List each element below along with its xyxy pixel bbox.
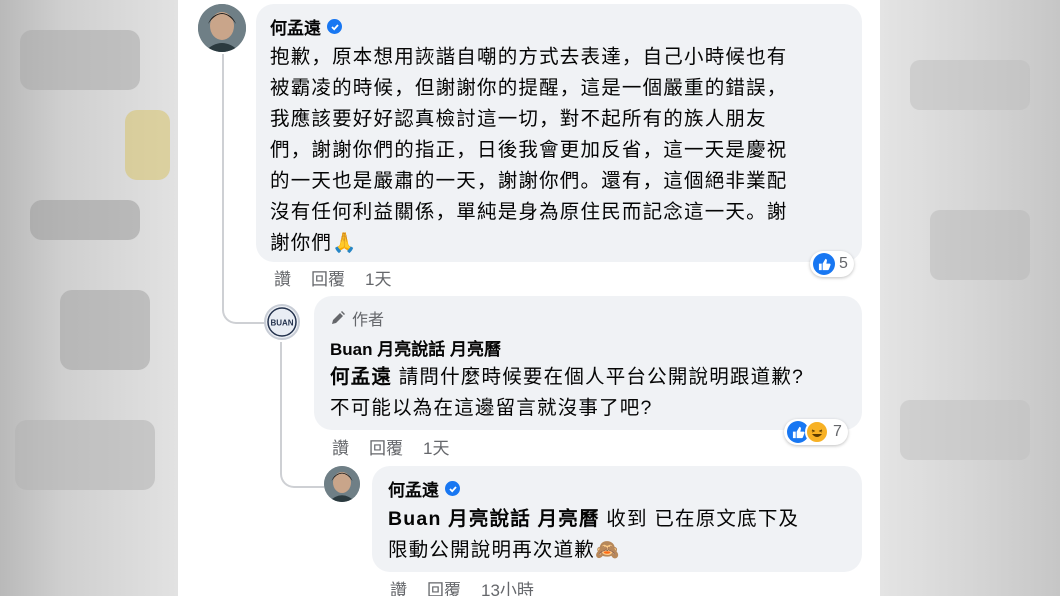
comment-line-text: 請問什麼時候要在個人平台公開說明跟道歉?	[392, 366, 805, 388]
blurred-background-right	[880, 0, 1060, 596]
comment-thread: 何孟遠 抱歉，原本想用詼諧自嘲的方式去表達，自己小時候也有 被霸凌的時候，但謝謝…	[178, 0, 880, 596]
comment-line: 限動公開說明再次道歉🙈	[388, 535, 846, 566]
comment-timestamp[interactable]: 1天	[423, 434, 449, 459]
comment-text: 抱歉，原本想用詼諧自嘲的方式去表達，自己小時候也有 被霸凌的時候，但謝謝你的提醒…	[270, 42, 848, 259]
comment-author: 何孟遠	[270, 14, 848, 39]
blurred-background-left	[0, 0, 178, 596]
person-photo-icon	[198, 4, 246, 52]
like-reaction-icon	[813, 253, 835, 275]
reaction-summary[interactable]: 5	[810, 251, 854, 277]
verified-badge-icon	[327, 19, 342, 34]
comment-line-text: 限動公開說明再次道歉	[388, 539, 596, 561]
thread-connector	[280, 436, 324, 488]
person-photo-icon	[324, 466, 360, 502]
author-tag: 作者	[330, 306, 846, 330]
comment-actions: 讚 回覆 1天	[274, 265, 391, 290]
comment-bubble: 作者 Buan 月亮說話 月亮曆 何孟遠 請問什麼時候要在個人平台公開說明跟道歉…	[314, 296, 862, 430]
reaction-count: 5	[839, 255, 848, 272]
reaction-count: 7	[833, 423, 842, 440]
like-button[interactable]: 讚	[390, 576, 407, 596]
comment-line: 不可能以為在這邊留言就沒事了吧?	[330, 397, 653, 419]
comment-author: 何孟遠	[388, 476, 846, 501]
author-name[interactable]: Buan 月亮說話 月亮曆	[330, 335, 501, 360]
author-name[interactable]: 何孟遠	[388, 476, 439, 501]
like-button[interactable]: 讚	[274, 265, 291, 290]
comment-actions: 讚 回覆 1天	[332, 434, 449, 459]
avatar[interactable]: BUAN	[264, 304, 300, 340]
thread-line	[280, 342, 282, 440]
comment-author: Buan 月亮說話 月亮曆	[330, 335, 846, 360]
comment-line: 謝你們🙏	[270, 228, 848, 259]
reply-button[interactable]: 回覆	[369, 434, 403, 459]
reply-button[interactable]: 回覆	[427, 576, 461, 596]
comment-line: 抱歉，原本想用詼諧自嘲的方式去表達，自己小時候也有	[270, 46, 788, 68]
comment-actions: 讚 回覆 13小時	[390, 576, 534, 596]
folded-hands-emoji: 🙏	[332, 232, 358, 254]
avatar[interactable]	[324, 466, 360, 502]
reaction-summary[interactable]: 7	[784, 419, 848, 445]
comment-bubble: 何孟遠 Buan 月亮說話 月亮曆 收到 已在原文底下及 限動公開說明再次道歉🙈	[372, 466, 862, 572]
thread-line	[222, 54, 224, 276]
comment-line: Buan 月亮說話 月亮曆 收到 已在原文底下及	[388, 504, 846, 535]
comment-line: 的一天也是嚴肅的一天，謝謝你們。還有，這個絕非業配	[270, 170, 788, 192]
author-name[interactable]: 何孟遠	[270, 14, 321, 39]
comment-bubble: 何孟遠 抱歉，原本想用詼諧自嘲的方式去表達，自己小時候也有 被霸凌的時候，但謝謝…	[256, 4, 862, 262]
thread-connector	[222, 270, 266, 324]
comment-line-text: 收到 已在原文底下及	[599, 508, 800, 530]
comment-line: 沒有任何利益關係，單純是身為原住民而記念這一天。謝	[270, 201, 788, 223]
haha-reaction-icon	[805, 420, 829, 444]
comment-line: 我應該要好好認真檢討這一切，對不起所有的族人朋友	[270, 108, 767, 130]
avatar-label: BUAN	[270, 319, 293, 328]
comment-timestamp[interactable]: 1天	[365, 265, 391, 290]
author-tag-label: 作者	[352, 312, 385, 329]
buan-logo-icon: BUAN	[267, 307, 297, 337]
mention-link[interactable]: 何孟遠	[330, 366, 392, 388]
verified-badge-icon	[445, 481, 460, 496]
mention-link[interactable]: Buan 月亮說話 月亮曆	[388, 508, 600, 530]
comment-line-end: 謝你們	[270, 232, 333, 254]
comment-line: 被霸凌的時候，但謝謝你的提醒，這是一個嚴重的錯誤，	[270, 77, 788, 99]
comment-line: 們，謝謝你們的指正，日後我會更加反省，這一天是慶祝	[270, 139, 788, 161]
comment-text: 何孟遠 請問什麼時候要在個人平台公開說明跟道歉? 不可能以為在這邊留言就沒事了吧…	[330, 362, 846, 424]
comment-text: Buan 月亮說話 月亮曆 收到 已在原文底下及 限動公開說明再次道歉🙈	[388, 504, 846, 566]
comment-timestamp[interactable]: 13小時	[481, 576, 534, 596]
see-no-evil-monkey-emoji: 🙈	[595, 539, 621, 561]
reply-button[interactable]: 回覆	[311, 265, 345, 290]
avatar[interactable]	[198, 4, 246, 52]
like-button[interactable]: 讚	[332, 434, 349, 459]
pencil-icon	[332, 311, 345, 324]
comment-line: 何孟遠 請問什麼時候要在個人平台公開說明跟道歉?	[330, 362, 846, 393]
